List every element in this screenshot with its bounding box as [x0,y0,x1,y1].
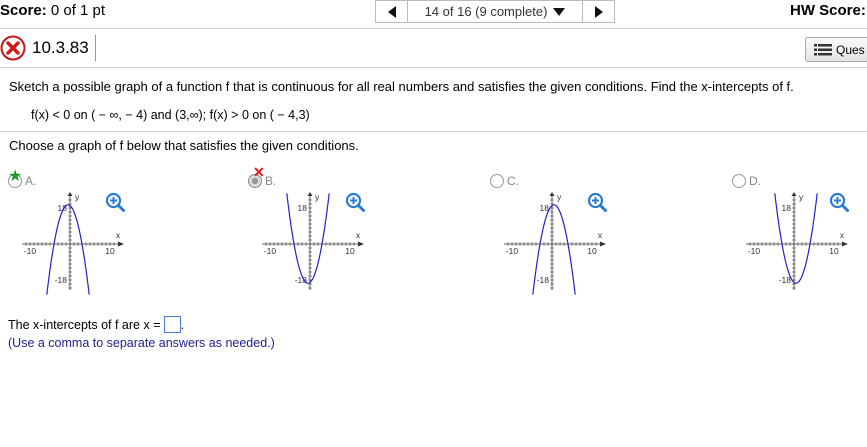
previous-question-button[interactable] [375,0,408,23]
hw-score: HW Score: 55 [790,2,867,19]
x-axis-arrow [358,241,364,247]
y-axis-label: y [75,192,80,202]
wrong-x-icon: ✕ [253,164,265,180]
incorrect-x-icon [0,35,26,61]
zoom-in-icon[interactable] [105,192,125,212]
option-label[interactable]: D. [732,174,761,188]
y-axis-arrow [307,192,313,196]
option-letter: B. [265,174,277,188]
tick-label-pos18: 18 [298,203,308,213]
zoom-in-icon[interactable] [587,192,607,212]
question-select-label: 14 of 16 (9 complete) [424,4,548,19]
function-curve [286,193,330,284]
question-help-label: Ques [836,42,865,57]
tick-label-neg10: -10 [24,246,37,256]
question-help-button[interactable]: Ques [805,37,867,62]
triangle-down-icon [553,7,566,16]
graph-thumbnail: yx-10 1018-18 [504,192,606,295]
question-prompt: Sketch a possible graph of a function f … [9,79,794,94]
tick-label-neg18: -18 [55,275,68,285]
question-select[interactable]: 14 of 16 (9 complete) [408,0,582,23]
tick-label-neg18: -18 [779,275,792,285]
score-display: Score: 0 of 1 pt [0,2,105,19]
option-b[interactable]: B. ✕ y x -10 10 18 -18 [248,164,398,302]
x-axis-arrow [600,241,606,247]
question-navigator: 14 of 16 (9 complete) [375,0,615,23]
option-letter: C. [507,174,519,188]
correct-star-icon: ★ [8,168,23,185]
answer-row: The x-intercepts of f are x = . [8,316,184,333]
answer-input[interactable] [163,316,181,333]
divider [0,67,867,68]
tick-label-pos10: 10 [105,246,115,256]
option-letter: A. [25,174,37,188]
choose-instruction: Choose a graph of f below that satisfies… [9,138,359,153]
radio-button[interactable] [732,174,746,188]
y-axis-label: y [557,192,562,202]
divider [0,28,867,29]
graph-thumbnail: yx-10 1018-18 [22,192,124,295]
score-label: Score: [0,2,47,19]
option-c[interactable]: C. y x -10 10 18 -18 [490,172,640,302]
tick-label-pos18: 18 [782,203,792,213]
tick-label-pos10: 10 [829,246,839,256]
graph-thumbnail: y x -10 10 18 -18 [262,192,364,290]
y-axis-label: y [315,192,320,202]
option-letter: D. [749,174,761,188]
top-bar: Score: 0 of 1 pt 14 of 16 (9 complete) H… [0,0,867,24]
option-label[interactable]: C. [490,174,519,188]
y-axis-arrow [67,192,73,196]
x-axis-arrow [118,241,124,247]
triangle-right-icon [594,5,603,18]
score-value: 0 of 1 pt [50,2,106,19]
y-axis-arrow [791,192,797,196]
question-header: 10.3.83 [0,33,96,63]
triangle-left-icon [387,5,396,18]
zoom-in-icon[interactable] [345,192,365,212]
divider [0,131,867,132]
answer-period: . [180,317,184,332]
answer-hint: (Use a comma to separate answers as need… [8,336,275,350]
tick-label-pos10: 10 [587,246,597,256]
tick-label-pos10: 10 [345,246,355,256]
tick-label-neg18: -18 [537,275,550,285]
tick-label-neg10: -10 [506,246,519,256]
question-number: 10.3.83 [32,35,96,61]
list-icon [814,43,832,55]
option-a[interactable]: A. ★ y x -10 10 18 -18 [8,168,158,302]
tick-label-neg10: -10 [748,246,761,256]
x-axis-label: x [116,230,121,240]
x-axis-label: x [356,230,361,240]
y-axis-label: y [799,192,804,202]
next-question-button[interactable] [582,0,615,23]
answer-label: The x-intercepts of f are x = [8,317,161,332]
tick-label-neg18: -18 [295,275,308,285]
question-conditions: f(x) < 0 on ( − ∞, − 4) and (3,∞); f(x) … [31,108,310,122]
radio-button[interactable] [490,174,504,188]
x-axis-arrow [842,241,848,247]
zoom-in-icon[interactable] [829,192,849,212]
function-curve [46,204,90,295]
tick-label-neg10: -10 [264,246,277,256]
x-axis-label: x [840,230,845,240]
option-d[interactable]: D. y x -10 10 18 -18 [732,172,867,302]
x-axis-label: x [598,230,603,240]
y-axis-arrow [549,192,555,196]
